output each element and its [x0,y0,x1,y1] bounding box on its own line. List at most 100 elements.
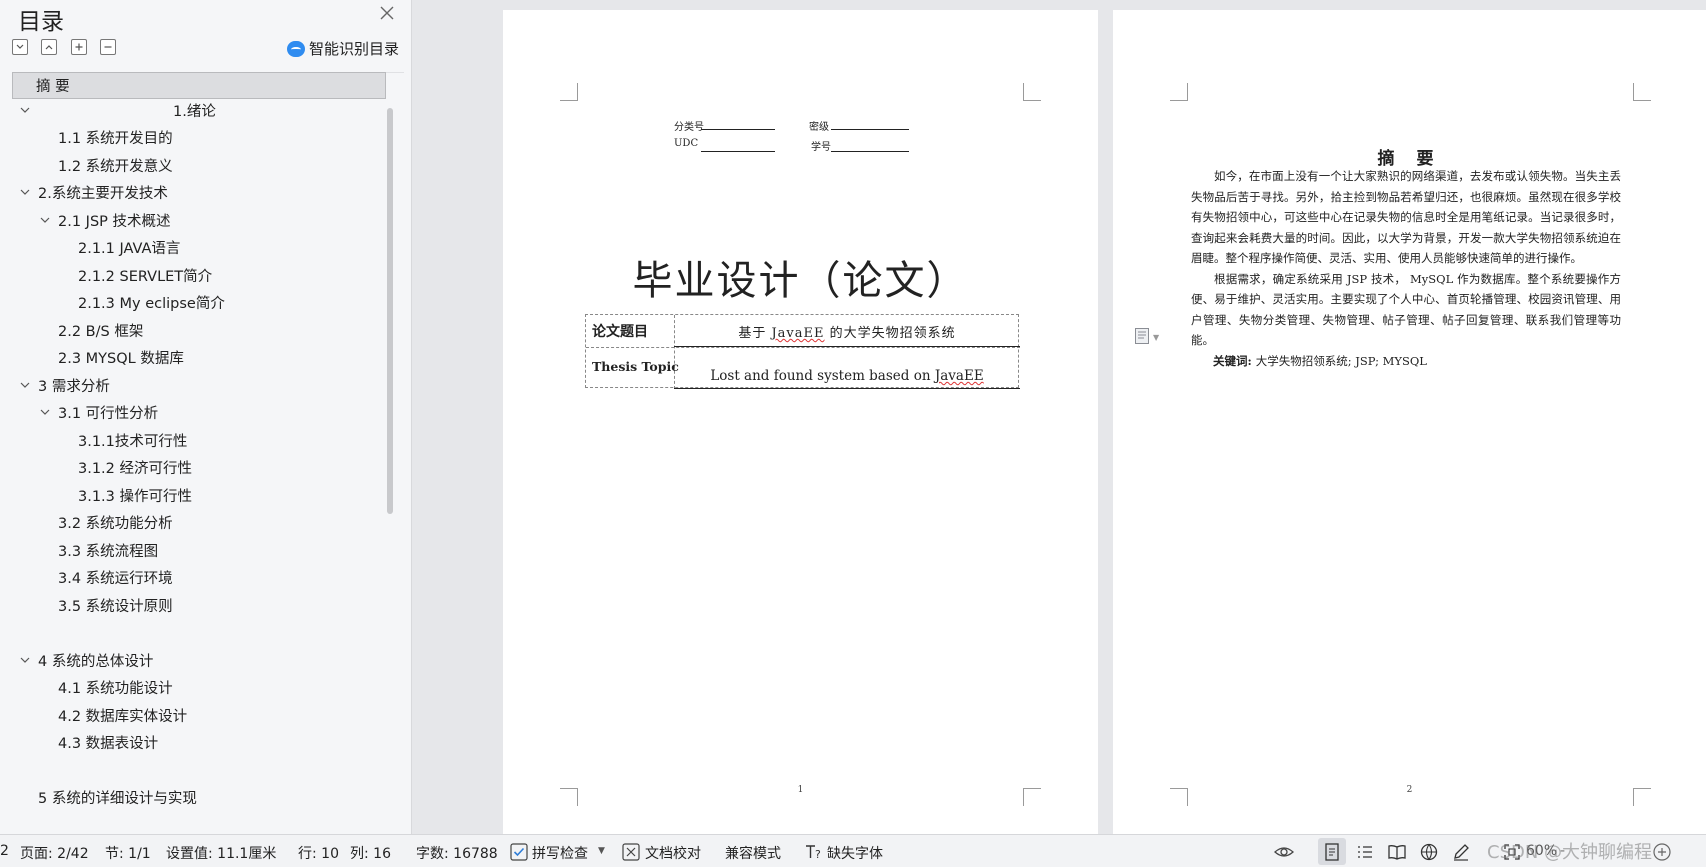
toc-item-label: 2.3 MYSQL 数据库 [58,350,184,367]
toc-item-4-3[interactable]: 4.3 数据表设计 [12,730,386,754]
cover-title: 毕业设计（论文） [632,258,969,304]
toc-item-label: 3 需求分析 [38,378,110,395]
remove-heading-icon[interactable] [100,39,116,55]
chevron-down-icon[interactable] [19,654,31,666]
toc-item-3-1-2[interactable]: 3.1.2 经济可行性 [12,455,386,479]
topic-en-text: Lost and found system based on JavaEE [710,368,984,384]
toc-item-2[interactable]: 2.系统主要开发技术 [12,180,386,204]
class-no-line [701,129,775,130]
word-count[interactable]: 字数: 16788 [416,843,498,863]
page-indicator[interactable]: 页面: 2/42 [20,843,89,863]
topic-underline [674,346,1020,347]
toc-item-1-2[interactable]: 1.2 系统开发意义 [12,153,386,177]
udc-line [701,151,775,152]
page-abstract[interactable]: 摘 要 如今，在市面上没有一个让大家熟识的网络渠道，去发布或认领失物。当失主丢失… [1113,10,1706,834]
eye-protection-icon[interactable] [1273,842,1295,862]
doc-check-button[interactable]: 文档校对 [645,843,701,863]
zoom-in-icon[interactable] [1652,842,1672,862]
toc-item-label: 1.1 系统开发目的 [58,130,173,147]
missing-font-button[interactable]: 缺失字体 [827,843,883,863]
toc-item-label: 2.1 JSP 技术概述 [58,213,171,230]
toc-item-2-1-1[interactable]: 2.1.1 JAVA语言 [12,235,386,259]
topic-cn-text: 基于 JavaEE 的大学失物招领系统 [738,326,956,341]
toc-item-label: 3.3 系统流程图 [58,543,159,560]
topic-en-underline [674,388,1020,389]
smart-toc-button[interactable]: 智能识别目录 [287,38,399,59]
abstract-paragraph: 根据需求，确定系统采用 JSP 技术， MySQL 作为数据库。整个系统要操作方… [1191,271,1621,348]
toc-item-3-5[interactable]: 3.5 系统设计原则 [12,593,386,617]
svg-text:?: ? [815,848,821,861]
toc-item-2-2[interactable]: 2.2 B/S 框架 [12,318,386,342]
chevron-down-icon[interactable] [19,379,31,391]
compat-mode[interactable]: 兼容模式 [725,843,781,863]
spellcheck-icon[interactable] [510,843,528,861]
document-icon[interactable] [1135,328,1149,344]
toc-item-1[interactable]: 1.绪论 [12,98,386,122]
toc-item-4-2[interactable]: 4.2 数据库实体设计 [12,703,386,727]
toc-item-3-4[interactable]: 3.4 系统运行环境 [12,565,386,589]
chevron-down-icon[interactable] [39,406,51,418]
missing-font-icon[interactable]: ? [804,842,824,862]
spellcheck-button[interactable]: 拼写检查 [532,843,588,863]
toc-item-label: 3.5 系统设计原则 [58,598,173,615]
chevron-down-icon[interactable] [39,214,51,226]
chevron-down-icon[interactable] [19,104,31,116]
toc-title: 目录 [18,9,64,35]
web-layout-icon[interactable] [1419,842,1439,862]
expand-up-icon[interactable] [41,39,57,55]
page-view-icon[interactable] [1322,842,1342,862]
toc-item-4-1[interactable]: 4.1 系统功能设计 [12,675,386,699]
toc-list: 摘 要 1.绪论 1.1 系统开发目的 1.2 系统开发意义 2.系统主要开发技… [12,72,404,834]
toc-scrollbar[interactable] [387,108,393,514]
toc-item-3-1[interactable]: 3.1 可行性分析 [12,400,386,424]
toc-item-2-1-2[interactable]: 2.1.2 SERVLET简介 [12,263,386,287]
chevron-down-icon[interactable] [19,186,31,198]
row-indicator[interactable]: 行: 10 [298,843,339,863]
toc-item-1-1[interactable]: 1.1 系统开发目的 [12,125,386,149]
toc-panel: 目录 智能识别目录 摘 要 1.绪论 1.1 系统开发目的 1.2 系统开发意义… [0,0,412,834]
crop-mark [1170,83,1188,101]
outline-view-icon[interactable] [1355,842,1375,862]
udc-label: UDC [674,138,699,149]
toc-item-label: 3.2 系统功能分析 [58,515,173,532]
toc-item-3-1-1[interactable]: 3.1.1技术可行性 [12,428,386,452]
toc-item-abstract[interactable]: 摘 要 [12,72,386,99]
spellcheck-dropdown-icon[interactable]: ▼ [598,846,605,856]
toc-item-label: 3.1.3 操作可行性 [78,488,193,505]
toc-item-3-2[interactable]: 3.2 系统功能分析 [12,510,386,534]
table-row-divider [586,347,1020,348]
toc-item-label: 4.3 数据表设计 [58,735,159,752]
pen-icon[interactable] [1451,842,1471,862]
toc-item-2-3[interactable]: 2.3 MYSQL 数据库 [12,345,386,369]
toc-item-3-1-3[interactable]: 3.1.3 操作可行性 [12,483,386,507]
position-indicator[interactable]: 设置值: 11.1厘米 [166,843,276,863]
reading-mode-icon[interactable] [1387,842,1407,862]
toc-item-label: 4.1 系统功能设计 [58,680,173,697]
document-area[interactable]: 分类号 密级 UDC 学号 毕业设计（论文） 论文题目 基于 JavaEE 的大… [413,0,1706,834]
watermark: CSDN @大钟聊编程 [1487,842,1653,863]
toc-item-5[interactable]: 5 系统的详细设计与实现 [12,785,386,809]
toc-item-2-1-3[interactable]: 2.1.3 My eclipse简介 [12,290,386,314]
toc-item-label: 4 系统的总体设计 [38,653,154,670]
column-indicator[interactable]: 列: 16 [350,843,391,863]
toc-item-label: 2.1.2 SERVLET简介 [78,268,213,285]
toc-item-3-3[interactable]: 3.3 系统流程图 [12,538,386,562]
crop-mark [1023,83,1041,101]
page-cover[interactable]: 分类号 密级 UDC 学号 毕业设计（论文） 论文题目 基于 JavaEE 的大… [503,10,1098,834]
secret-label: 密级 [809,122,829,133]
add-heading-icon[interactable] [71,39,87,55]
toc-item-2-1[interactable]: 2.1 JSP 技术概述 [12,208,386,232]
close-icon[interactable] [378,4,396,22]
toc-item-label: 2.1.1 JAVA语言 [78,240,181,257]
toc-item-3[interactable]: 3 需求分析 [12,373,386,397]
toc-item-4[interactable]: 4 系统的总体设计 [12,648,386,672]
keywords-text: 大学失物招领系统; JSP; MYSQL [1255,354,1427,368]
collapse-all-icon[interactable] [12,39,28,55]
dropdown-arrow-icon[interactable]: ▼ [1153,333,1159,342]
crop-mark [560,83,578,101]
toc-item-label: 1.2 系统开发意义 [58,158,173,175]
toc-item-label: 3.4 系统运行环境 [58,570,173,587]
topic-label-en: Thesis Topic [592,359,679,374]
section-indicator[interactable]: 节: 1/1 [105,843,151,863]
doc-check-icon[interactable] [622,843,640,861]
